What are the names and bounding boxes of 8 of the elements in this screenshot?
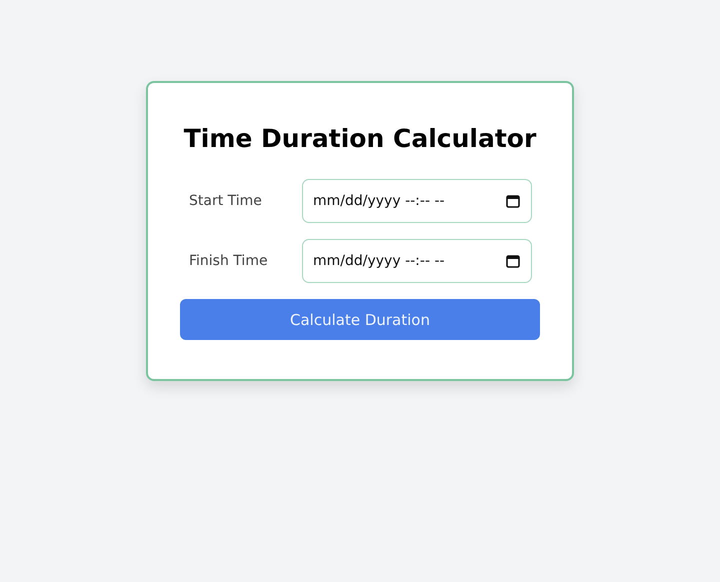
datetime-field[interactable]: mm/dd/yyyy --:-- -- <box>302 179 532 223</box>
calculate-button[interactable]: Calculate Duration <box>180 299 540 340</box>
calendar-icon[interactable] <box>506 254 520 268</box>
calculator-title: Time Duration Calculator <box>182 123 538 155</box>
calendar-icon[interactable] <box>506 194 520 208</box>
field-label: Finish Time <box>188 253 269 269</box>
datetime-field[interactable]: mm/dd/yyyy --:-- -- <box>302 239 532 283</box>
field-label: Start Time <box>188 193 263 209</box>
